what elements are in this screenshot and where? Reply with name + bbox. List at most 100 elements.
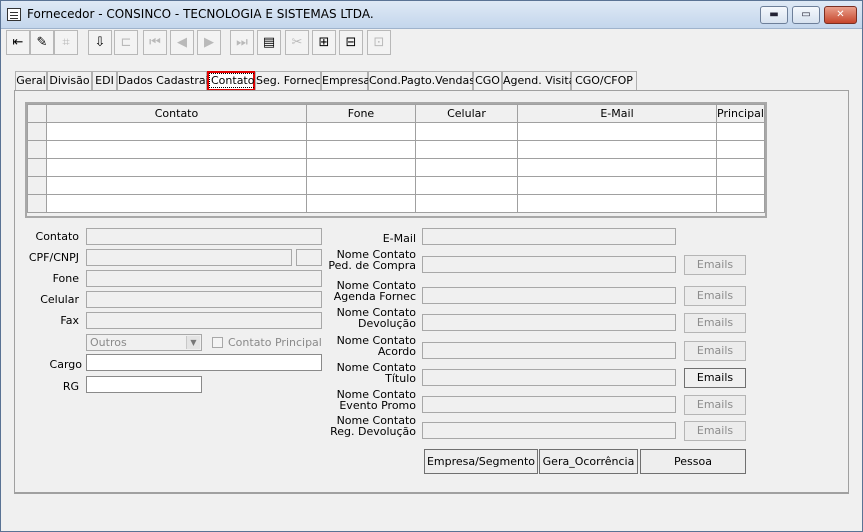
grid-cell[interactable] xyxy=(306,122,416,141)
fone-field[interactable] xyxy=(86,270,322,287)
contato-field[interactable] xyxy=(86,228,322,245)
row-indicator[interactable] xyxy=(27,140,47,159)
maximize-button[interactable]: ▭ xyxy=(792,6,820,24)
cpf-cnpj-digit-field[interactable] xyxy=(296,249,322,266)
tab-empresa[interactable]: Empresa xyxy=(321,71,370,91)
grid-cell[interactable] xyxy=(46,194,307,213)
scissors-icon[interactable]: ✂ xyxy=(285,30,309,55)
download-icon[interactable]: ⇩ xyxy=(88,30,112,55)
prev-icon[interactable]: ◀ xyxy=(170,30,194,55)
column-header-contato[interactable]: Contato xyxy=(46,104,307,123)
contacts-table[interactable]: Contato Fone Celular E-Mail Principal xyxy=(27,104,765,213)
row-indicator[interactable] xyxy=(27,122,47,141)
next-icon[interactable]: ▶ xyxy=(197,30,221,55)
grid-cell[interactable] xyxy=(46,158,307,177)
add-record-icon[interactable]: ⊞ xyxy=(312,30,336,55)
grid-cell[interactable] xyxy=(716,176,765,195)
grid-cell[interactable] xyxy=(415,194,518,213)
chevron-down-icon[interactable]: ▼ xyxy=(186,336,200,349)
label-line-2: Acordo xyxy=(377,345,416,358)
row-indicator[interactable] xyxy=(27,194,47,213)
delete-record-icon[interactable]: ⊟ xyxy=(339,30,363,55)
table-row[interactable] xyxy=(27,140,765,159)
grid-cell[interactable] xyxy=(415,176,518,195)
tab-agend-visita[interactable]: Agend. Visita xyxy=(502,71,575,91)
film-icon[interactable]: ▤ xyxy=(257,30,281,55)
column-header-email[interactable]: E-Mail xyxy=(517,104,717,123)
grid-cell[interactable] xyxy=(306,194,416,213)
tab-geral[interactable]: Geral xyxy=(15,71,47,91)
nome-contato-field-agenda-fornec[interactable] xyxy=(422,287,676,304)
grid-cell[interactable] xyxy=(415,158,518,177)
tipo-contato-select[interactable]: Outros ▼ xyxy=(86,334,202,351)
first-icon[interactable]: ⏮ xyxy=(143,30,167,55)
emails-button-agenda-fornec[interactable]: Emails xyxy=(684,286,746,306)
grid-cell[interactable] xyxy=(517,194,717,213)
grid-cell[interactable] xyxy=(716,158,765,177)
grid-cell[interactable] xyxy=(517,122,717,141)
nome-contato-field-reg-devolu-o[interactable] xyxy=(422,422,676,439)
table-row[interactable] xyxy=(27,122,765,141)
grid-cell[interactable] xyxy=(415,122,518,141)
emails-button-devolu-o[interactable]: Emails xyxy=(684,313,746,333)
grid-cell[interactable] xyxy=(46,122,307,141)
contacts-grid[interactable]: Contato Fone Celular E-Mail Principal xyxy=(25,102,767,218)
table-icon[interactable]: ⊡ xyxy=(367,30,391,55)
eraser-icon[interactable]: ✎ xyxy=(30,30,54,55)
table-row[interactable] xyxy=(27,176,765,195)
grid-cell[interactable] xyxy=(306,140,416,159)
gera-ocorrencia-button[interactable]: Gera_Ocorrência xyxy=(539,449,638,474)
grid-cell[interactable] xyxy=(306,158,416,177)
celular-field[interactable] xyxy=(86,291,322,308)
emails-button-ped-de-compra[interactable]: Emails xyxy=(684,255,746,275)
grid-cell[interactable] xyxy=(415,140,518,159)
contato-principal-checkbox[interactable] xyxy=(212,337,223,348)
grid-cell[interactable] xyxy=(716,194,765,213)
empresa-segmento-button[interactable]: Empresa/Segmento xyxy=(424,449,538,474)
tab-edi[interactable]: EDI xyxy=(92,71,117,91)
tab-cgo[interactable]: CGO xyxy=(473,71,502,91)
grid-cell[interactable] xyxy=(716,140,765,159)
grid-cell[interactable] xyxy=(517,176,717,195)
grid-cell[interactable] xyxy=(517,158,717,177)
close-button[interactable]: ✕ xyxy=(824,6,857,24)
cargo-field[interactable] xyxy=(86,354,322,371)
tree-icon[interactable]: ⌗ xyxy=(54,30,78,55)
rg-field[interactable] xyxy=(86,376,202,393)
emails-button-evento-promo[interactable]: Emails xyxy=(684,395,746,415)
tab-cond-pagto-vendas[interactable]: Cond.Pagto.Vendas xyxy=(368,71,475,91)
tab-dados-cadastrais[interactable]: Dados Cadastrais xyxy=(117,71,214,91)
table-row[interactable] xyxy=(27,194,765,213)
branch-icon[interactable]: ⊏ xyxy=(114,30,138,55)
tab-contato[interactable]: Contato xyxy=(207,71,257,91)
grid-cell[interactable] xyxy=(46,176,307,195)
column-header-fone[interactable]: Fone xyxy=(306,104,416,123)
minimize-button[interactable]: ▬ xyxy=(760,6,788,24)
row-indicator[interactable] xyxy=(27,176,47,195)
email-field[interactable] xyxy=(422,228,676,245)
nome-contato-field-acordo[interactable] xyxy=(422,342,676,359)
emails-button-acordo[interactable]: Emails xyxy=(684,341,746,361)
cpf-cnpj-field[interactable] xyxy=(86,249,292,266)
grid-cell[interactable] xyxy=(517,140,717,159)
emails-button-t-tulo[interactable]: Emails xyxy=(684,368,746,388)
nome-contato-field-ped-de-compra[interactable] xyxy=(422,256,676,273)
exit-icon[interactable]: ⇤ xyxy=(6,30,30,55)
column-header-celular[interactable]: Celular xyxy=(415,104,518,123)
row-indicator[interactable] xyxy=(27,158,47,177)
table-row[interactable] xyxy=(27,158,765,177)
tab-seg-fornec[interactable]: Seg. Fornec xyxy=(255,71,321,91)
tab-divis-o[interactable]: Divisão xyxy=(47,71,92,91)
nome-contato-field-t-tulo[interactable] xyxy=(422,369,676,386)
fax-field[interactable] xyxy=(86,312,322,329)
emails-button-reg-devolu-o[interactable]: Emails xyxy=(684,421,746,441)
grid-cell[interactable] xyxy=(46,140,307,159)
nome-contato-field-devolu-o[interactable] xyxy=(422,314,676,331)
nome-contato-field-evento-promo[interactable] xyxy=(422,396,676,413)
grid-cell[interactable] xyxy=(716,122,765,141)
pessoa-button[interactable]: Pessoa xyxy=(640,449,746,474)
tab-cgo-cfop[interactable]: CGO/CFOP xyxy=(571,71,637,91)
column-header-principal[interactable]: Principal xyxy=(716,104,765,123)
grid-cell[interactable] xyxy=(306,176,416,195)
last-icon[interactable]: ⏭ xyxy=(230,30,254,55)
